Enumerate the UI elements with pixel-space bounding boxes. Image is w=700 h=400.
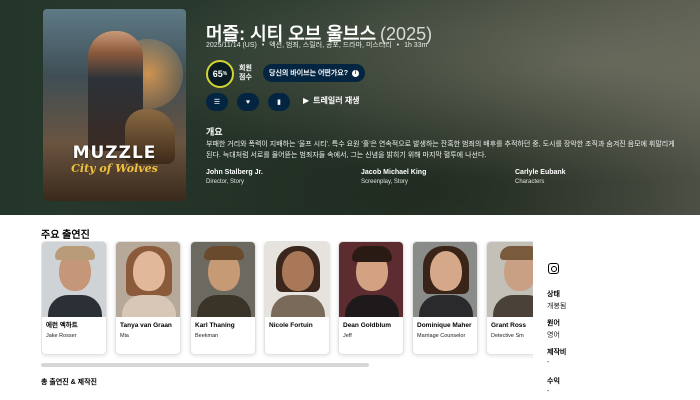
- status-value: 개봉됨: [547, 303, 567, 310]
- crew-name[interactable]: Jacob Michael King: [361, 169, 426, 176]
- bookmark-icon: ▮: [277, 99, 281, 106]
- crew-job: Director, Story: [206, 179, 245, 185]
- overview-text: 부패한 거리와 폭력이 지배하는 '울프 시티'. 특수 요원 '훌'은 연속적…: [206, 141, 675, 159]
- vibe-button[interactable]: 당신의 바이브는 어떤가요? i: [263, 64, 366, 82]
- cast-name[interactable]: Grant Ross: [487, 317, 533, 330]
- budget-value: -: [547, 359, 550, 366]
- language-label: 원어: [547, 320, 560, 327]
- list-icon: ☰: [213, 99, 221, 106]
- cast-photo[interactable]: [116, 242, 180, 317]
- budget-fact: 제작비 -: [547, 347, 566, 366]
- cast-photo[interactable]: [42, 242, 106, 317]
- cast-photo[interactable]: [339, 242, 403, 317]
- cast-card[interactable]: 에런 엑하트 Jake Rosser: [41, 241, 107, 355]
- crew-job: Characters: [515, 179, 545, 185]
- cast-name[interactable]: Karl Thaning: [191, 317, 255, 330]
- cast-card[interactable]: Karl Thaning Beekman: [190, 241, 256, 355]
- poster-subtitle: City of Wolves: [71, 162, 158, 175]
- cast-character: Jake Rosser: [46, 333, 77, 339]
- crew-name[interactable]: Carlyle Eubank: [515, 169, 566, 176]
- cast-scrollbar[interactable]: [41, 363, 369, 367]
- budget-label: 제작비: [547, 349, 567, 356]
- cast-character: [265, 330, 329, 333]
- cast-scroller[interactable]: 에런 엑하트 Jake Rosser Tanya van Graan Mia K…: [41, 241, 533, 359]
- instagram-icon[interactable]: [548, 263, 559, 274]
- cast-character: Marriage Counselor: [417, 333, 466, 339]
- cast-name[interactable]: Tanya van Graan: [116, 317, 180, 330]
- status-label: 상태: [547, 291, 560, 298]
- full-cast-link[interactable]: 총 출연진 & 제작진: [41, 377, 97, 387]
- cast-photo[interactable]: [265, 242, 329, 317]
- cast-photo[interactable]: [487, 242, 533, 317]
- crew-member: John Stalberg Jr. Director, Story: [206, 169, 263, 185]
- poster-title: MUZZLE: [72, 143, 157, 163]
- crew-member: Carlyle Eubank Characters: [515, 169, 566, 185]
- heart-icon: ♥: [245, 98, 251, 106]
- cast-name[interactable]: Nicole Fortuin: [265, 317, 329, 330]
- language-fact: 원어 영어: [547, 318, 560, 340]
- user-score-chart[interactable]: 65%: [206, 60, 234, 88]
- cast-heading: 주요 출연진: [41, 230, 90, 241]
- cast-name[interactable]: Dominique Maher: [413, 317, 477, 330]
- cast-character: Detective Sm: [491, 333, 524, 339]
- add-to-list-button[interactable]: ☰: [206, 93, 228, 111]
- watchlist-button[interactable]: ▮: [268, 93, 290, 111]
- user-score-value: 65: [212, 69, 223, 79]
- cast-card[interactable]: Dominique Maher Marriage Counselor: [412, 241, 478, 355]
- movie-header: MUZZLE City of Wolves 머즐: 시티 오브 울브스 (2025…: [0, 0, 700, 215]
- revenue-label: 수익: [547, 378, 560, 385]
- crew-member: Jacob Michael King Screenplay, Story: [361, 169, 426, 185]
- favorite-button[interactable]: ♥: [237, 93, 259, 111]
- cast-photo[interactable]: [191, 242, 255, 317]
- cast-card[interactable]: Dean Goldblum Jeff: [338, 241, 404, 355]
- movie-poster[interactable]: MUZZLE City of Wolves: [43, 9, 186, 201]
- cast-character: Mia: [120, 333, 129, 339]
- release-date: 2025/11/14 (US): [206, 42, 257, 49]
- language-value: 영어: [547, 332, 560, 339]
- genres[interactable]: 액션, 범죄, 스릴러, 공포, 드라마, 미스터리: [269, 42, 392, 49]
- revenue-fact: 수익 -: [547, 376, 560, 395]
- cast-character: Beekman: [195, 333, 219, 339]
- revenue-value: -: [547, 388, 550, 395]
- cast-name[interactable]: Dean Goldblum: [339, 317, 403, 330]
- play-trailer-button[interactable]: ▶ 트레일러 재생: [303, 95, 360, 106]
- cast-character: Jeff: [343, 333, 352, 339]
- user-score-label: 회원 점수: [239, 65, 252, 81]
- cast-card[interactable]: Grant Ross Detective Sm: [486, 241, 533, 355]
- runtime: 1h 33m: [404, 42, 428, 49]
- cast-card[interactable]: Tanya van Graan Mia: [115, 241, 181, 355]
- info-icon: i: [352, 69, 360, 77]
- crew-name[interactable]: John Stalberg Jr.: [206, 169, 263, 176]
- cast-card[interactable]: Nicole Fortuin: [264, 241, 330, 355]
- overview-heading: 개요: [206, 127, 223, 137]
- status-fact: 상태 개봉됨: [547, 289, 566, 311]
- cast-name[interactable]: 에런 엑하트: [42, 317, 106, 330]
- movie-facts: 2025/11/14 (US) • 액션, 범죄, 스릴러, 공포, 드라마, …: [206, 42, 428, 49]
- cast-photo[interactable]: [413, 242, 477, 317]
- crew-job: Screenplay, Story: [361, 179, 408, 185]
- play-icon: ▶: [303, 96, 310, 105]
